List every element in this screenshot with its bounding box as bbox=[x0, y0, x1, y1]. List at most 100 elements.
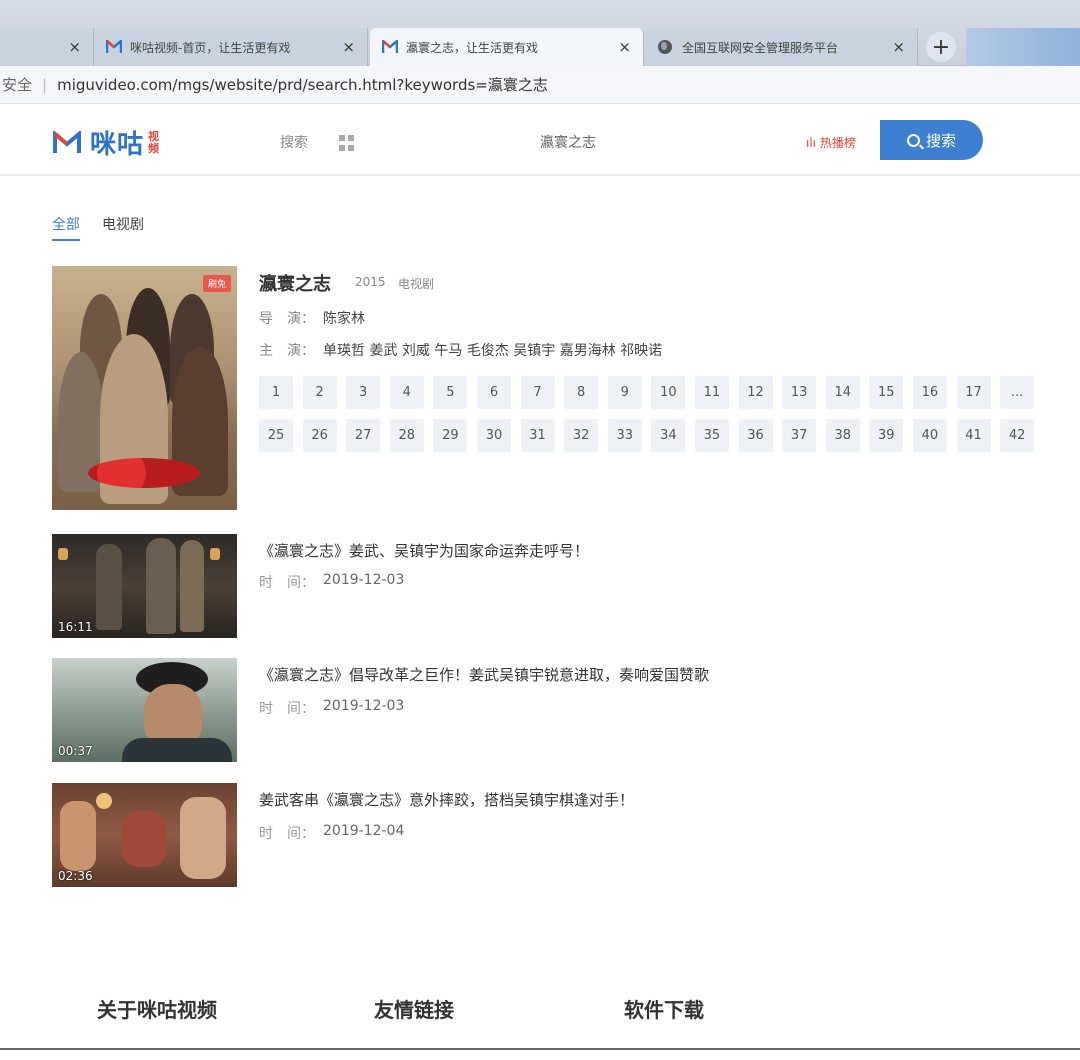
episode-button[interactable]: 16 bbox=[912, 376, 947, 409]
migu-logo-icon bbox=[106, 40, 122, 53]
footer-about-heading[interactable]: 关于咪咕视频 bbox=[97, 994, 217, 1023]
series-director: 导 演： 陈家林 bbox=[259, 308, 365, 328]
director-name[interactable]: 陈家林 bbox=[323, 308, 365, 328]
migu-logo[interactable]: 咪咕 视 频 bbox=[52, 124, 159, 161]
security-label: 安全 bbox=[2, 76, 33, 94]
browser-tab-0[interactable]: × bbox=[0, 28, 94, 66]
episode-button[interactable]: 12 bbox=[738, 376, 773, 409]
status-badge: 刷免 bbox=[202, 275, 231, 292]
episode-button[interactable]: 36 bbox=[738, 419, 773, 452]
episode-button[interactable]: 25 bbox=[259, 419, 293, 452]
episode-button[interactable]: 26 bbox=[302, 419, 337, 452]
series-cast: 主 演： 单瑛哲 姜武 刘威 午马 毛俊杰 吴镇宇 嘉男海林 祁映诺 bbox=[259, 340, 662, 360]
series-year: 2015 bbox=[355, 275, 386, 289]
episode-button[interactable]: 6 bbox=[476, 376, 511, 409]
close-icon[interactable]: × bbox=[892, 38, 905, 56]
episode-button[interactable]: 34 bbox=[651, 419, 686, 452]
close-icon[interactable]: × bbox=[618, 38, 631, 56]
series-title[interactable]: 瀛寰之志 bbox=[259, 270, 331, 296]
episode-button[interactable]: 3 bbox=[346, 376, 381, 409]
search-query[interactable]: 瀛寰之志 bbox=[540, 132, 596, 152]
episode-button[interactable]: 27 bbox=[346, 419, 381, 452]
grid-menu-icon[interactable] bbox=[339, 135, 355, 151]
tab-title: 咪咕视频-首页，让生活更有戏 bbox=[130, 40, 291, 55]
close-icon[interactable]: × bbox=[68, 38, 81, 56]
episode-button[interactable]: 11 bbox=[694, 376, 729, 409]
episode-button[interactable]: 1 bbox=[259, 376, 293, 409]
globe-icon bbox=[658, 40, 672, 54]
episode-button[interactable]: 30 bbox=[476, 419, 511, 452]
episode-button[interactable]: 10 bbox=[651, 376, 686, 409]
series-poster[interactable]: 刷免 bbox=[52, 266, 237, 510]
episode-button[interactable]: 13 bbox=[782, 376, 817, 409]
footer-download-heading[interactable]: 软件下载 bbox=[624, 994, 704, 1023]
tab-title: 全国互联网安全管理服务平台 bbox=[682, 40, 839, 55]
episode-button[interactable]: 41 bbox=[956, 419, 991, 452]
close-icon[interactable]: × bbox=[342, 38, 355, 56]
episode-button[interactable]: 42 bbox=[1000, 419, 1035, 452]
poster-roses bbox=[88, 458, 200, 488]
cast-names[interactable]: 单瑛哲 姜武 刘威 午马 毛俊杰 吴镇宇 嘉男海林 祁映诺 bbox=[323, 340, 662, 360]
browser-tab-strip: × 咪咕视频-首页，让生活更有戏 × 瀛寰之志，让生活更有戏 × 全国互联网安全… bbox=[0, 0, 1080, 66]
clip-date: 2019-12-03 bbox=[323, 572, 405, 588]
migu-logo-icon bbox=[382, 40, 398, 53]
episode-button[interactable]: 40 bbox=[912, 419, 947, 452]
browser-tab-security-platform[interactable]: 全国互联网安全管理服务平台 × bbox=[646, 28, 918, 66]
footer-links-heading[interactable]: 友情链接 bbox=[374, 994, 454, 1023]
clip-time: 时 间： 2019-12-03 bbox=[259, 698, 405, 717]
episode-button[interactable]: 15 bbox=[869, 376, 904, 409]
clip-thumbnail[interactable]: 16:11 bbox=[52, 534, 237, 638]
clip-thumbnail[interactable]: 00:37 bbox=[52, 658, 237, 762]
search-button[interactable]: 搜索 bbox=[880, 120, 983, 160]
episode-button[interactable]: 32 bbox=[564, 419, 599, 452]
logo-subtext: 视 频 bbox=[148, 129, 160, 155]
address-bar[interactable]: 安全 | miguvideo.com/mgs/website/prd/searc… bbox=[0, 66, 1080, 104]
episode-button[interactable]: 17 bbox=[956, 376, 991, 409]
hot-list-link[interactable]: ılı 热播榜 bbox=[806, 134, 856, 151]
clip-time: 时 间： 2019-12-04 bbox=[259, 823, 405, 842]
divider bbox=[0, 1048, 1080, 1050]
logo-text: 咪咕 bbox=[90, 130, 145, 160]
chart-icon: ılı bbox=[806, 136, 817, 150]
clip-time: 时 间： 2019-12-03 bbox=[259, 572, 405, 591]
clip-duration: 16:11 bbox=[58, 620, 93, 634]
filter-tab-tv[interactable]: 电视剧 bbox=[102, 214, 144, 241]
divider: | bbox=[42, 75, 48, 94]
episode-button[interactable]: 5 bbox=[433, 376, 468, 409]
clip-date: 2019-12-04 bbox=[323, 823, 405, 839]
clip-title[interactable]: 《瀛寰之志》姜武、吴镇宇为国家命运奔走呼号！ bbox=[259, 540, 589, 561]
episode-button[interactable]: 35 bbox=[694, 419, 729, 452]
clip-date: 2019-12-03 bbox=[323, 698, 405, 714]
episode-button[interactable]: 9 bbox=[607, 376, 642, 409]
episode-button[interactable]: 2 bbox=[302, 376, 337, 409]
series-type: 电视剧 bbox=[398, 277, 435, 291]
episode-button[interactable]: ... bbox=[1000, 376, 1035, 409]
browser-tab-search-active[interactable]: 瀛寰之志，让生活更有戏 × bbox=[370, 28, 644, 66]
episode-button[interactable]: 8 bbox=[564, 376, 599, 409]
site-header: 咪咕 视 频 搜索 瀛寰之志 ılı 热播榜 搜索 bbox=[0, 104, 1080, 176]
episode-button[interactable]: 29 bbox=[433, 419, 468, 452]
tab-strip-filler bbox=[966, 28, 1080, 66]
clip-title[interactable]: 姜武客串《瀛寰之志》意外摔跤，搭档吴镇宇棋逢对手！ bbox=[259, 789, 634, 810]
episode-button[interactable]: 7 bbox=[520, 376, 555, 409]
tab-title: 瀛寰之志，让生活更有戏 bbox=[406, 40, 539, 55]
episode-button[interactable]: 37 bbox=[782, 419, 817, 452]
episode-button[interactable]: 28 bbox=[389, 419, 424, 452]
episode-button[interactable]: 38 bbox=[825, 419, 860, 452]
migu-logo-icon bbox=[53, 130, 81, 153]
episode-button[interactable]: 39 bbox=[869, 419, 904, 452]
clip-title[interactable]: 《瀛寰之志》倡导改革之巨作！姜武吴镇宇锐意进取，奏响爱国赞歌 bbox=[259, 664, 709, 685]
browser-tab-migu-home[interactable]: 咪咕视频-首页，让生活更有戏 × bbox=[94, 28, 368, 66]
clip-duration: 00:37 bbox=[58, 744, 93, 758]
episode-button[interactable]: 31 bbox=[520, 419, 555, 452]
url-text[interactable]: miguvideo.com/mgs/website/prd/search.htm… bbox=[57, 74, 548, 95]
episode-button[interactable]: 33 bbox=[607, 419, 642, 452]
episode-button[interactable]: 4 bbox=[389, 376, 424, 409]
site-footer: 关于咪咕视频 友情链接 软件下载 bbox=[0, 960, 1080, 1060]
nav-search-link[interactable]: 搜索 bbox=[280, 132, 308, 152]
clip-duration: 02:36 bbox=[58, 869, 93, 883]
episode-button[interactable]: 14 bbox=[825, 376, 860, 409]
filter-tab-all[interactable]: 全部 bbox=[52, 214, 80, 241]
clip-thumbnail[interactable]: 02:36 bbox=[52, 783, 237, 887]
new-tab-button[interactable]: + bbox=[926, 32, 956, 62]
